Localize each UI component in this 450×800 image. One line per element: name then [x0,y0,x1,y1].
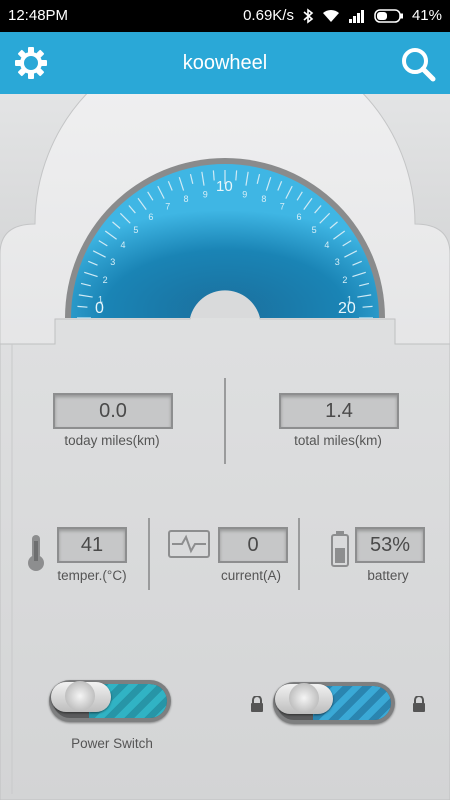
gauge-number: 7 [165,202,170,212]
status-time: 12:48PM [8,7,69,24]
divider-top [224,378,226,464]
network-speed: 0.69K/s [243,7,294,24]
power-switch-knob-dot [65,681,95,711]
lock-switch-knob[interactable] [275,683,333,714]
battery-level-icon [331,531,349,567]
gauge-tick [362,305,373,308]
total-miles-display: 1.4 [279,393,399,429]
divider-right [298,518,300,590]
gauge-number: 8 [261,194,266,204]
temperature-display: 41 [57,527,127,563]
gauge-tick [235,170,238,181]
gauge-number: 3 [335,257,340,267]
lock-right-icon [413,696,425,712]
gauge-number: 9 [242,190,247,200]
lock-switch[interactable] [273,682,395,724]
search-icon[interactable] [400,46,436,82]
settings-gear-icon[interactable] [14,46,48,80]
bluetooth-icon [303,7,314,24]
gauge-number: 4 [324,240,329,250]
gauge-top-label: 10 [216,178,233,195]
battery-label: battery [367,568,409,583]
gauge-number: 5 [133,225,138,235]
gauge-number: 4 [121,240,126,250]
app-bar: koowheel [0,32,450,94]
status-bar: 12:48PM 0.69K/s 41% [0,0,450,32]
today-miles-label: today miles(km) [64,433,160,448]
total-miles-label: total miles(km) [294,433,382,448]
gauge-tick [212,170,215,181]
today-miles-display: 0.0 [53,393,173,429]
gauge-number: 9 [203,190,208,200]
speedometer-gauge: 0 20 10 12345678 9 9 87654321 [65,158,385,319]
thermometer-icon [28,535,44,571]
battery-percent: 41% [411,7,442,24]
gauge-number: 2 [103,275,108,285]
current-display: 0 [218,527,288,563]
current-label: current(A) [220,568,281,583]
gauge-number: 1 [347,294,352,304]
gauge-number: 6 [297,212,302,222]
divider-left [148,518,150,590]
power-switch-knob[interactable] [51,681,111,712]
gauge-number: 6 [148,212,153,222]
power-switch[interactable] [49,680,171,722]
pulse-icon [168,530,210,558]
gauge-number: 8 [184,194,189,204]
lock-switch-knob-dot [289,683,319,713]
gauge-number: 1 [98,294,103,304]
gauge-number: 3 [110,257,115,267]
gauge-tick [77,305,88,308]
temperature-label: temper.(°C) [57,568,127,583]
battery-status-icon [374,8,403,23]
gauge-number: 5 [312,225,317,235]
power-switch-label: Power Switch [71,736,153,751]
gauge-number: 7 [280,202,285,212]
lock-left-icon [251,696,263,712]
battery-display: 53% [355,527,425,563]
signal-icon [348,9,364,23]
app-title: koowheel [182,52,268,74]
wifi-icon [322,9,339,22]
gauge-number: 2 [342,275,347,285]
